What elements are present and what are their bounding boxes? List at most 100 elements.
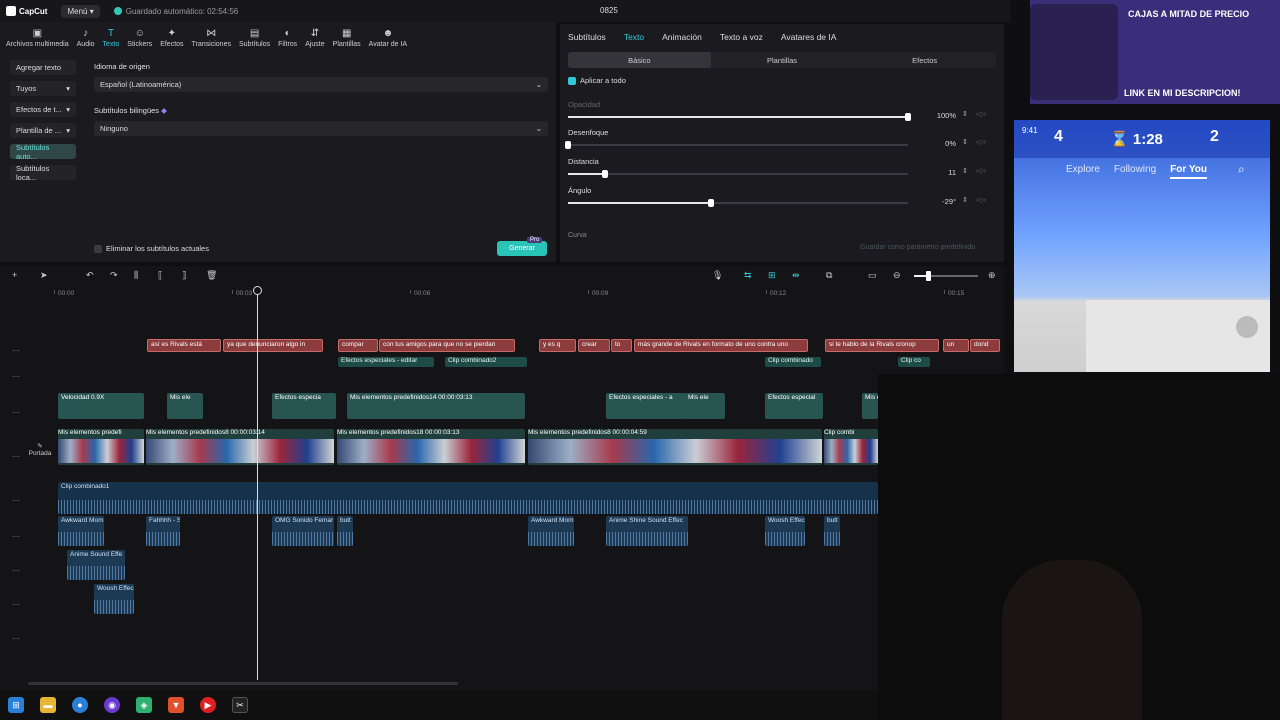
time-ruler[interactable]: 00:00 00:03 00:06 00:09 00:12 00:15 bbox=[53, 286, 1004, 300]
microphone-icon[interactable]: 🎙 bbox=[712, 270, 723, 281]
apply-all-checkbox[interactable] bbox=[568, 76, 576, 85]
effect-clip[interactable]: Clip co bbox=[898, 357, 930, 367]
sound-effect-clip[interactable]: butt bbox=[337, 516, 353, 546]
playhead[interactable] bbox=[257, 286, 258, 680]
remove-captions-option[interactable]: Eliminar los subtítulos actuales bbox=[94, 244, 209, 254]
select-tool-icon[interactable]: ➤ bbox=[40, 270, 48, 281]
slider-handle[interactable] bbox=[707, 199, 714, 207]
youtube-icon[interactable]: ▶ bbox=[200, 697, 216, 713]
discord-icon[interactable]: ◉ bbox=[104, 697, 120, 713]
effect-clip[interactable]: Efectos especiales - editar bbox=[338, 357, 434, 367]
subtab-1[interactable]: Plantillas bbox=[711, 52, 854, 68]
track-options-icon[interactable]: ⋯ bbox=[12, 408, 20, 417]
overlay-clip[interactable]: Mis ele bbox=[862, 393, 878, 419]
zoom-in-icon[interactable]: ⊕ bbox=[988, 270, 996, 281]
overlay-clip[interactable]: Velocidad 0.9X bbox=[58, 393, 144, 419]
source-language-select[interactable]: Español (Latinoamérica) ⌄ bbox=[94, 77, 548, 92]
split-icon[interactable]: ⫼ bbox=[134, 270, 138, 281]
slider-handle[interactable] bbox=[905, 113, 911, 121]
main-video-clip[interactable]: Clip combi bbox=[824, 429, 878, 465]
main-video-clip[interactable]: Mis elementos predefi bbox=[58, 429, 144, 465]
track-options-icon[interactable]: ⋯ bbox=[12, 346, 20, 355]
subtab-0[interactable]: Básico bbox=[568, 52, 711, 68]
property-slider[interactable] bbox=[568, 199, 908, 207]
timeline-scrollbar[interactable] bbox=[28, 682, 458, 685]
toolbar-text[interactable]: T Texto bbox=[103, 22, 120, 54]
sidebar-item[interactable]: Plantilla de ... ▾ bbox=[10, 123, 76, 138]
toolbar-templates[interactable]: ▦ Plantillas bbox=[333, 22, 361, 54]
track-options-icon[interactable]: ⋯ bbox=[12, 452, 20, 461]
video-preview[interactable]: 9:41 4 ⌛ 1:28 2 Explore Following For You … bbox=[1014, 120, 1270, 372]
effect-clip[interactable]: Clip combinado2 bbox=[445, 357, 527, 367]
caption-clip[interactable]: ya que denunciaron algo in bbox=[223, 339, 323, 352]
stepper-icon[interactable]: ⇕ bbox=[962, 110, 968, 118]
track-options-icon[interactable]: ⋯ bbox=[12, 496, 20, 505]
overlay-clip[interactable]: Efectos especial bbox=[765, 393, 823, 419]
main-video-clip[interactable]: Mis elementos predefinidos8 00:00:04:59 bbox=[528, 429, 822, 465]
caption-clip[interactable]: si te hablo de la Rivals cronop bbox=[825, 339, 939, 352]
bilingual-select[interactable]: Ninguno ⌄ bbox=[94, 121, 548, 136]
tab-1[interactable]: Texto bbox=[624, 32, 644, 42]
undo-icon[interactable]: ↶ bbox=[86, 270, 94, 281]
tab-3[interactable]: Texto a voz bbox=[720, 32, 763, 42]
toolbar-adjust[interactable]: ⇵ Ajuste bbox=[305, 22, 324, 54]
sidebar-item[interactable]: Subtítulos loca... bbox=[10, 164, 76, 182]
toolbar-subtitles[interactable]: ▤ Subtítulos bbox=[239, 22, 270, 54]
caption-clip[interactable]: compar bbox=[338, 339, 378, 352]
tab-4[interactable]: Avatares de IA bbox=[781, 32, 837, 42]
sound-effect-clip[interactable]: Anime Shine Sound Effec bbox=[606, 516, 688, 546]
playhead-handle[interactable] bbox=[253, 286, 262, 295]
brave-icon[interactable]: ▼ bbox=[168, 697, 184, 713]
property-slider[interactable] bbox=[568, 113, 911, 121]
sound-effect-clip[interactable]: Awkward Mom bbox=[58, 516, 104, 546]
property-slider[interactable] bbox=[565, 141, 908, 149]
magnet-icon[interactable]: ⊞ bbox=[768, 270, 776, 281]
caption-clip[interactable]: un bbox=[943, 339, 969, 352]
sound-effect-clip[interactable]: butt bbox=[824, 516, 840, 546]
apply-all-option[interactable]: Aplicar a todo bbox=[568, 76, 996, 85]
property-slider[interactable] bbox=[568, 170, 908, 178]
link-icon[interactable]: ⇆ bbox=[744, 270, 752, 281]
fit-icon[interactable]: ▭ bbox=[868, 270, 877, 281]
app-icon[interactable]: ◈ bbox=[136, 697, 152, 713]
caption-clip[interactable]: to bbox=[611, 339, 632, 352]
slider-handle[interactable] bbox=[565, 141, 571, 149]
caption-clip[interactable]: y es q bbox=[539, 339, 576, 352]
chrome-icon[interactable]: ● bbox=[72, 697, 88, 713]
effect-clip[interactable]: Clip combinado bbox=[765, 357, 821, 367]
caption-clip[interactable]: con tus amigos para que no se pierdan bbox=[379, 339, 515, 352]
track-options-icon[interactable]: ⋯ bbox=[12, 532, 20, 541]
cover-button[interactable]: ✎ Portada bbox=[26, 442, 54, 457]
zoom-handle[interactable] bbox=[926, 271, 931, 281]
caption-clip[interactable]: así es Rivals está bbox=[147, 339, 221, 352]
split-left-icon[interactable]: ⟦ bbox=[158, 270, 162, 281]
redo-icon[interactable]: ↷ bbox=[110, 270, 118, 281]
toolbar-effects[interactable]: ✦ Efectos bbox=[160, 22, 183, 54]
property-value[interactable]: 100% bbox=[920, 111, 956, 120]
add-track-icon[interactable]: + bbox=[12, 270, 17, 280]
track-options-icon[interactable]: ⋯ bbox=[12, 372, 20, 381]
save-default-button[interactable]: Guardar como parámetro predefinido bbox=[860, 244, 975, 251]
tab-0[interactable]: Subtítulos bbox=[568, 32, 606, 42]
windows-start-icon[interactable]: ⊞ bbox=[8, 697, 24, 713]
stepper-icon[interactable]: ⇕ bbox=[962, 138, 968, 146]
slider-handle[interactable] bbox=[602, 170, 609, 178]
tab-2[interactable]: Animación bbox=[662, 32, 702, 42]
menu-button[interactable]: Menú ▾ bbox=[61, 4, 100, 18]
main-video-clip[interactable]: Mis elementos predefinidos8 00:00:03:14 bbox=[146, 429, 334, 465]
keyframe-icon[interactable]: ‹◇› bbox=[976, 110, 986, 118]
zoom-slider[interactable] bbox=[914, 275, 978, 277]
property-value[interactable]: 11 bbox=[920, 168, 956, 177]
file-explorer-icon[interactable]: ▬ bbox=[40, 697, 56, 713]
stepper-icon[interactable]: ⇕ bbox=[962, 167, 968, 175]
delete-icon[interactable]: 🗑 bbox=[206, 270, 217, 281]
combined-audio-clip[interactable]: Clip combinado1 bbox=[58, 482, 878, 514]
capcut-taskbar-icon[interactable]: ✂ bbox=[232, 697, 248, 713]
toolbar-filters[interactable]: ◐ Filtros bbox=[278, 22, 297, 54]
remove-captions-checkbox[interactable] bbox=[94, 245, 102, 254]
toolbar-audio[interactable]: ♪ Audio bbox=[77, 22, 95, 54]
preview-axis-icon[interactable]: ⇹ bbox=[792, 270, 800, 281]
main-video-clip[interactable]: Mis elementos predefinidos18 00:00:03:13 bbox=[337, 429, 525, 465]
property-value[interactable]: 0% bbox=[920, 139, 956, 148]
caption-clip[interactable]: más grande de Rivals en formato de uno c… bbox=[634, 339, 808, 352]
